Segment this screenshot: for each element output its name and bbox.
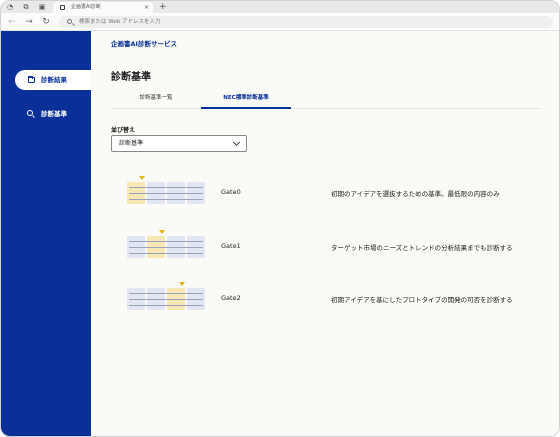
page-title: 診断基準 (111, 72, 151, 83)
tab-nec-standard[interactable]: NEC標準診断基準 (201, 93, 291, 109)
thumb-line (129, 293, 203, 294)
gate-description: 初期のアイデアを選抜するための基準。最低限の内容のみ (331, 190, 500, 198)
thumb-line (129, 241, 203, 242)
sidebar-item-criteria[interactable]: 診断基準 (11, 104, 91, 124)
criteria-tabs: 診断基準一覧 NEC標準診断基準 (111, 93, 541, 109)
thumb-line (129, 193, 203, 194)
sidebar-item-label: 診断基準 (41, 110, 67, 118)
sort-label: 並び替え (111, 127, 136, 134)
folder-icon (28, 76, 35, 83)
address-bar[interactable]: 検索または Web アドレスを入力 (59, 16, 553, 28)
gate-thumbnail (125, 282, 209, 315)
thumb-line (129, 199, 203, 200)
thumb-line (129, 253, 203, 254)
sidebar-item-label: 診断結果 (41, 76, 67, 84)
browser-tab-active[interactable]: 企画書AI診断 × (53, 2, 153, 13)
tab-actions-icon[interactable]: ▣ (37, 2, 47, 12)
tab-criteria-list[interactable]: 診断基準一覧 (111, 93, 201, 109)
browser-tab-bar: ◔ ⧉ ▣ 企画書AI診断 × + (1, 1, 559, 13)
gate-name: Gate2 (221, 294, 241, 302)
browser-tab-title: 企画書AI診断 (71, 4, 101, 10)
gate-marker-icon (159, 230, 165, 234)
browser-toolbar: ← → ↻ 検索または Web アドレスを入力 (1, 13, 559, 31)
profile-icon[interactable]: ◔ (5, 2, 15, 12)
new-tab-button[interactable]: + (159, 1, 167, 13)
zoom-search-icon (27, 110, 33, 116)
gate-row-1[interactable]: Gate1 ターゲット市場のニーズとトレンドの分析結果までも診断する (125, 230, 545, 265)
close-tab-icon[interactable]: × (144, 2, 149, 13)
thumb-line (129, 305, 203, 306)
gate-row-0[interactable]: Gate0 初期のアイデアを選抜するための基準。最低限の内容のみ (125, 176, 545, 211)
gate-description: 初期アイデアを基にしたプロトタイプの開発の可否を診断する (331, 296, 513, 304)
gate-thumbnail (125, 230, 209, 263)
page-favicon-icon (60, 5, 65, 10)
workspaces-icon[interactable]: ⧉ (21, 2, 31, 12)
main-content: 企画書AI診断サービス 診断基準 診断基準一覧 NEC標準診断基準 並び替え 診… (91, 31, 559, 436)
thumb-line (129, 299, 203, 300)
search-icon (67, 19, 72, 24)
back-button[interactable]: ← (6, 16, 18, 28)
service-name[interactable]: 企画書AI診断サービス (111, 38, 177, 48)
gate-description: ターゲット市場のニーズとトレンドの分析結果までも診断する (331, 244, 513, 252)
gate-thumbnail (125, 176, 209, 209)
sort-selected-value: 診断基準 (119, 140, 144, 147)
address-placeholder: 検索または Web アドレスを入力 (79, 19, 161, 25)
chevron-down-icon (232, 138, 241, 147)
reload-button[interactable]: ↻ (40, 16, 52, 28)
sidebar-item-results[interactable]: 診断結果 (15, 70, 91, 90)
gate-name: Gate1 (221, 242, 241, 250)
sort-select[interactable]: 診断基準 (111, 135, 247, 152)
browser-window: ◔ ⧉ ▣ 企画書AI診断 × + ← → ↻ 検索または Web アドレスを入… (0, 0, 560, 437)
gate-row-2[interactable]: Gate2 初期アイデアを基にしたプロトタイプの開発の可否を診断する (125, 282, 545, 317)
gate-marker-icon (179, 282, 185, 286)
gate-marker-icon (139, 176, 145, 180)
sidebar: 診断結果 診断基準 (1, 31, 91, 436)
forward-button[interactable]: → (23, 16, 35, 28)
thumb-line (129, 247, 203, 248)
gate-name: Gate0 (221, 188, 241, 196)
thumb-line (129, 187, 203, 188)
